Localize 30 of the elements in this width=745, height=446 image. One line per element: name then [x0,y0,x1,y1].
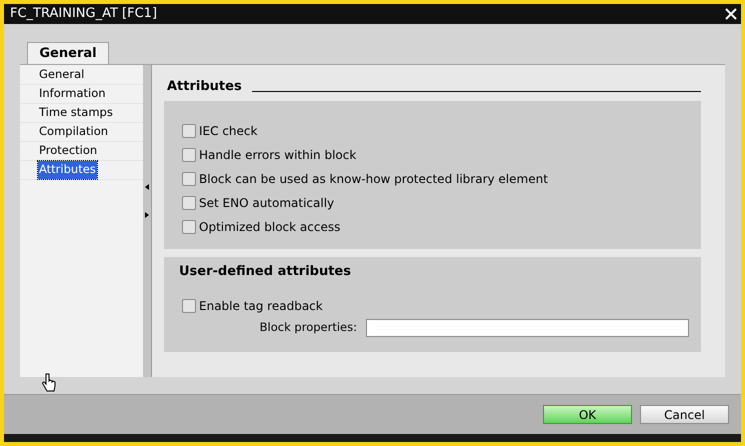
tab[interactable]: General [27,42,109,64]
hand-pointer-icon [42,373,56,393]
checkbox-label: Handle errors within block [199,147,356,164]
section-title: Attributes [167,80,242,93]
checkbox-label: IEC check [199,123,258,140]
sidebar-item[interactable]: General [38,66,86,84]
cancel-button[interactable]: Cancel [640,405,729,424]
sidebar-item[interactable]: Protection [38,142,98,160]
panel-title: User-defined attributes [179,263,352,281]
sidebar-item[interactable]: Time stamps [38,104,114,122]
checkbox[interactable] [182,172,196,186]
expand-arrow-icon[interactable] [145,212,149,218]
checkbox-label: Optimized block access [199,219,340,236]
collapse-arrow-icon[interactable] [145,184,149,190]
block-properties-field[interactable] [366,318,689,336]
checkbox[interactable] [182,148,196,162]
checkbox[interactable] [182,124,196,138]
close-icon [725,8,737,20]
sidebar-item[interactable]: Information [38,85,107,103]
sidebar-item[interactable]: Attributes [38,161,97,179]
checkbox[interactable] [182,298,196,312]
ok-button[interactable]: OK [543,405,632,424]
checkbox-label: Enable tag readback [199,298,323,314]
checkbox[interactable] [182,220,196,234]
window-title: FC_TRAINING_AT [FC1] [10,5,158,24]
checkbox[interactable] [182,196,196,210]
sidebar-item[interactable]: Compilation [38,123,110,141]
checkbox-label: Block can be used as know-how protected library element [199,171,548,188]
checkbox-label: Set ENO automatically [199,195,334,212]
field-label: Block properties: [260,318,357,336]
